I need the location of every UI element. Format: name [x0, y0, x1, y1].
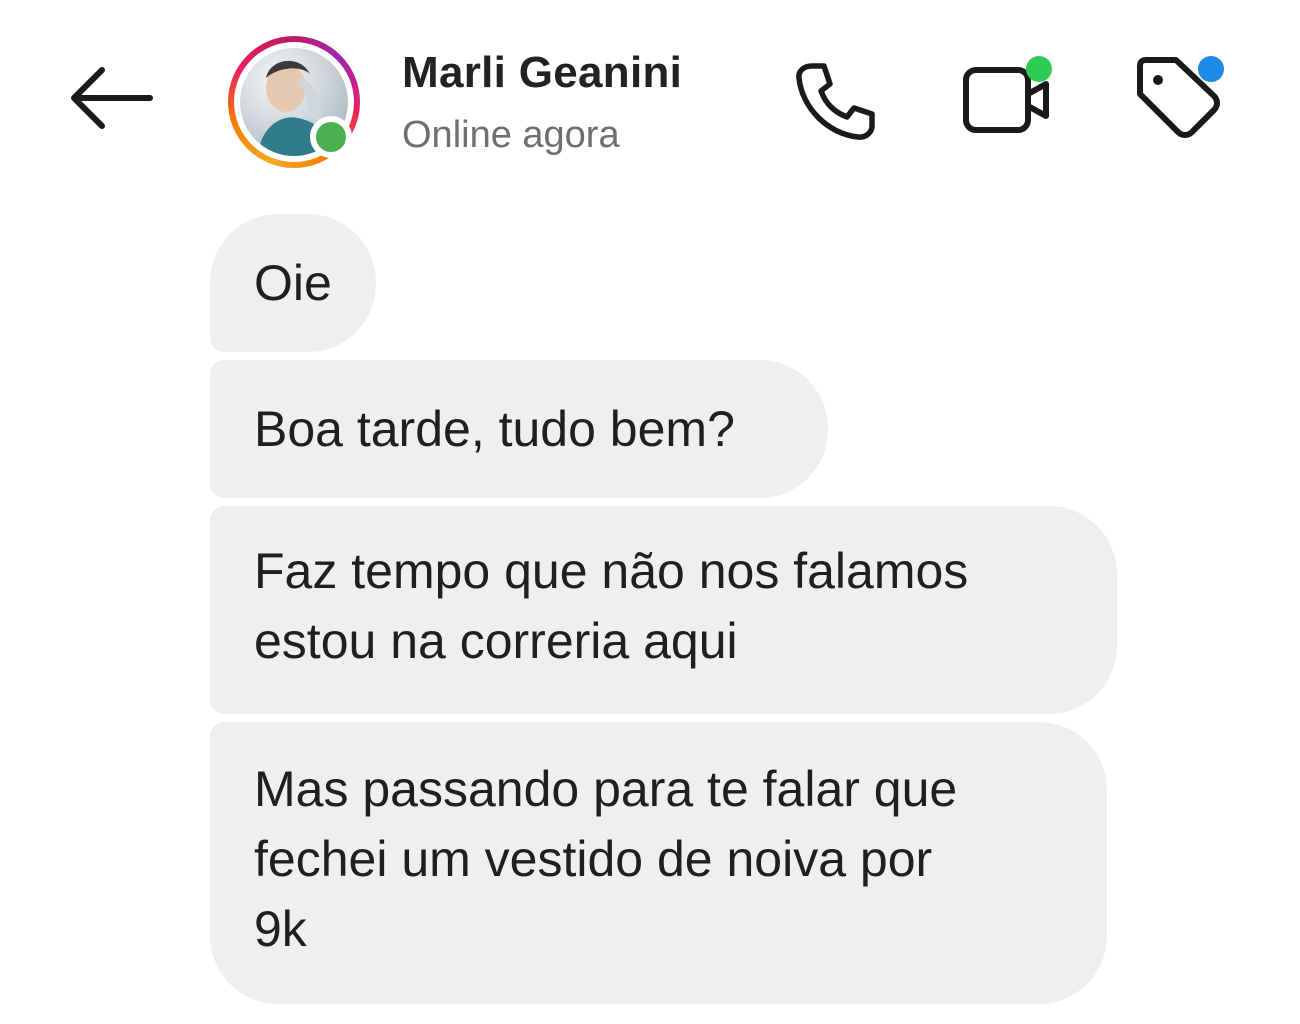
- contact-name[interactable]: Marli Geanini: [402, 48, 682, 98]
- message-text: Oie: [254, 255, 332, 311]
- contact-avatar[interactable]: [228, 36, 360, 168]
- message-text: Mas passando para te falar que: [254, 761, 958, 817]
- message-text: fechei um vestido de noiva por: [254, 831, 933, 887]
- message-bubble[interactable]: Boa tarde, tudo bem?: [210, 360, 828, 498]
- message-text: Faz tempo que não nos falamos: [254, 543, 969, 599]
- message-text: estou na correria aqui: [254, 613, 738, 669]
- video-call-button[interactable]: [958, 54, 1058, 144]
- message-text: 9k: [254, 901, 307, 957]
- online-status-dot: [310, 116, 352, 158]
- message-bubble[interactable]: Oie: [210, 214, 376, 352]
- arrow-left-icon: [71, 67, 153, 129]
- message-bubble[interactable]: Faz tempo que não nos falamos estou na c…: [210, 506, 1117, 714]
- chat-header: Marli Geanini Online agora: [0, 0, 1300, 200]
- back-button[interactable]: [62, 58, 158, 138]
- message-text: Boa tarde, tudo bem?: [254, 401, 735, 457]
- message-bubble[interactable]: Mas passando para te falar que fechei um…: [210, 722, 1107, 1004]
- contact-status: Online agora: [402, 114, 620, 156]
- tag-button[interactable]: [1130, 52, 1230, 144]
- voice-call-button[interactable]: [790, 56, 880, 146]
- video-notification-dot: [1026, 56, 1052, 82]
- phone-icon: [796, 63, 875, 140]
- tag-notification-dot: [1198, 56, 1224, 82]
